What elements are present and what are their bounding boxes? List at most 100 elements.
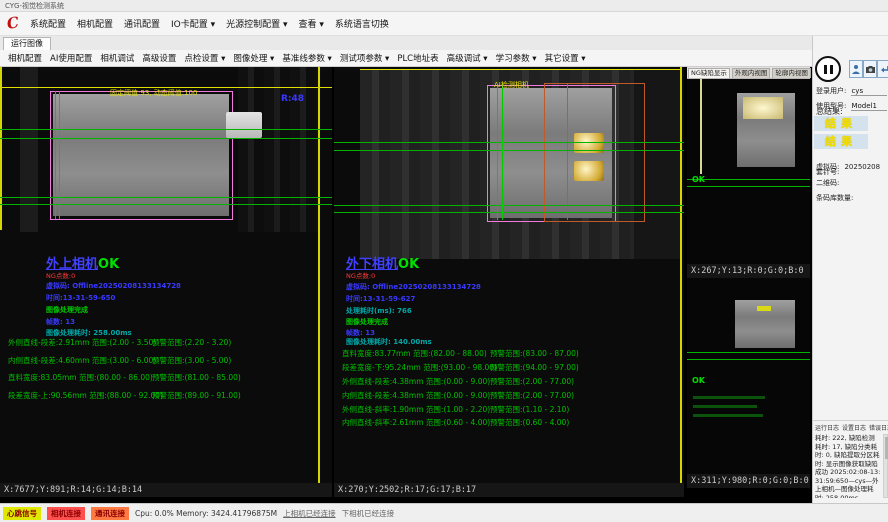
mini-tab-contour-view[interactable]: 轮廓内视图 xyxy=(772,68,811,78)
overlay-green-hline xyxy=(334,150,684,151)
overlay-yellow-hline xyxy=(360,69,682,70)
gold-contact xyxy=(574,161,604,181)
camera-button[interactable] xyxy=(863,60,877,78)
mini-result-line xyxy=(693,414,763,417)
mini-result-line xyxy=(693,405,757,408)
mini-view-2[interactable]: OK xyxy=(687,278,810,474)
tool-baseline-params[interactable]: 基准线参数 ▾ xyxy=(282,52,331,64)
part-highlight xyxy=(743,97,783,119)
needle-label: 套针号: xyxy=(816,167,839,177)
overlay-green-hline xyxy=(0,197,332,198)
process-done-label: 图像处理完成 xyxy=(46,305,88,315)
tool-learn-params[interactable]: 学习参数 ▾ xyxy=(496,52,537,64)
camera-link-badge: 相机连接 xyxy=(47,507,85,520)
result-block-2: 结果 xyxy=(814,134,868,149)
pixel-coords-upper: X:7677;Y:891;R:14;G:14;B:14 xyxy=(0,483,332,497)
tool-plc-address[interactable]: PLC地址表 xyxy=(397,52,438,64)
tool-camera-debug[interactable]: 相机调试 xyxy=(100,52,134,64)
threshold-label: 固定阈值:93, 动态阈值:100 xyxy=(110,88,197,98)
log-text: 耗时: 222, 缺陷检测耗时: 17, 缺陷分类耗时: 0, 缺陷提取分区耗时… xyxy=(815,434,881,498)
warn-range-text: 预警范围:(2.00 - 77.00) xyxy=(490,390,574,401)
measurement-text: 直料宽度:83.05mm 范围:(80.00 - 86.00) xyxy=(8,372,153,383)
tool-spot-check[interactable]: 点检设置 ▾ xyxy=(184,52,225,64)
menu-item-system-config[interactable]: 系统配置 xyxy=(30,17,66,30)
menu-item-language-switch[interactable]: 系统语言切换 xyxy=(335,17,389,30)
pixel-coords-mini-1: X:267;Y:13;R:0;G:0;B:0 xyxy=(687,264,810,278)
overlay-green-hline xyxy=(0,129,332,130)
user-lock-button[interactable] xyxy=(849,60,863,78)
result-block-1: 结果 xyxy=(814,116,868,131)
tool-ai-use-config[interactable]: AI使用配置 xyxy=(50,52,92,64)
menu-bar: C 系统配置 相机配置 通讯配置 IO卡配置 ▾ 光源控制配置 ▾ 查看 ▾ 系… xyxy=(0,12,888,36)
tool-camera-config[interactable]: 相机配置 xyxy=(8,52,42,64)
warn-range-text: 预警范围:(1.10 - 2.10) xyxy=(490,404,569,415)
menu-item-light-config[interactable]: 光源控制配置 ▾ xyxy=(226,17,287,30)
barcode-count-label: 条码库数量: xyxy=(816,193,853,203)
overlay-green-vline xyxy=(497,85,498,220)
pause-icon xyxy=(830,65,833,74)
switch-user-button[interactable] xyxy=(877,60,888,78)
overlay-yellow-vline-right xyxy=(680,67,682,483)
tool-advanced-debug[interactable]: 高级调试 ▾ xyxy=(447,52,488,64)
overlay-green-vline xyxy=(59,91,60,219)
camera-view-upper[interactable]: 固定阈值:93, 动态阈值:100 R:48 外上相机OK NG点数:0 虚拟码… xyxy=(0,67,332,483)
overlay-pink-rect xyxy=(50,91,233,220)
measurement-text: 内侧直线-段差:4.60mm 范围:(3.00 - 6.00) xyxy=(8,355,156,366)
overlay-green-hline xyxy=(687,186,810,187)
ng-count-label: NG点数:0 xyxy=(346,270,375,280)
measurement-text: 内侧直线-段差:4.38mm 范围:(0.00 - 9.00) xyxy=(342,390,490,401)
warn-range-text: 预警范围:(83.00 - 87.00) xyxy=(490,348,579,359)
tool-test-params[interactable]: 测试项参数 ▾ xyxy=(340,52,389,64)
overlay-green-hline xyxy=(687,359,810,360)
cpu-memory-text: Cpu: 0.0% Memory: 3424.41796875M xyxy=(135,509,277,518)
warn-range-text: 预警范围:(81.00 - 85.00) xyxy=(152,372,241,383)
upper-camera-status: 上相机已经连接 xyxy=(283,508,336,519)
overlay-green-vline xyxy=(502,85,503,220)
tool-advanced-settings[interactable]: 高级设置 xyxy=(142,52,176,64)
mini-view-1[interactable]: OK xyxy=(687,79,810,264)
model-field[interactable]: Model1 xyxy=(851,102,887,111)
measurement-text: 段差宽度-上:90.56mm 范围:(88.00 - 92.00) xyxy=(8,390,163,401)
pixel-coords-mini-2: X:311;Y:980;R:0;G:0;B:0 xyxy=(687,474,810,488)
tab-run-image[interactable]: 运行图像 xyxy=(3,37,51,51)
log-tab-run[interactable]: 运行日志 xyxy=(815,423,839,432)
image-background-band xyxy=(20,67,38,232)
overlay-green-vline xyxy=(55,91,56,219)
overlay-orange-vline xyxy=(567,83,568,220)
status-bar: 心跳信号 相机连接 通讯连接 Cpu: 0.0% Memory: 3424.41… xyxy=(0,503,888,522)
measurement-text: 段差宽度-下:95.24mm 范围:(93.00 - 98.00) xyxy=(342,362,497,373)
menu-item-camera-config[interactable]: 相机配置 xyxy=(77,17,113,30)
menu-item-view[interactable]: 查看 ▾ xyxy=(299,17,324,30)
heartbeat-badge: 心跳信号 xyxy=(3,507,41,520)
log-tab-settings[interactable]: 设置日志 xyxy=(842,423,866,432)
process-time-label: 图像处理耗时: 140.00ms xyxy=(346,337,432,347)
measurement-text: 直料宽度:83.77mm 范围:(82.00 - 88.00) xyxy=(342,348,487,359)
mini-ok-label: OK xyxy=(692,376,705,385)
log-tab-error[interactable]: 错误日志 xyxy=(869,423,888,432)
mini-tab-ng-display[interactable]: NG缺陷显示 xyxy=(688,68,730,78)
barcode-label: 虚拟码: Offline20250208133134728 xyxy=(46,281,181,291)
overlay-green-hline xyxy=(687,179,810,180)
vcode-value: 20250208 xyxy=(844,163,880,171)
overlay-green-hline xyxy=(687,352,810,353)
mini-ok-label: OK xyxy=(692,175,705,184)
pause-icon xyxy=(824,65,827,74)
measurement-text: 外侧直线-斜率:1.90mm 范围:(1.00 - 2.20) xyxy=(342,404,490,415)
warn-range-text: 预警范围:(2.20 - 3.20) xyxy=(152,337,231,348)
camera-view-lower[interactable]: AI检测相机 外下相机OK NG点数:0 虚拟码: Offline2025020… xyxy=(334,67,684,483)
qr-label: 二维码: xyxy=(816,178,839,188)
measurement-text: 内侧直线-斜率:2.61mm 范围:(0.60 - 4.00) xyxy=(342,417,490,428)
log-tab-strip: 运行日志 设置日志 错误日志 xyxy=(815,423,888,432)
tool-other-settings[interactable]: 其它设置 ▾ xyxy=(545,52,586,64)
tool-image-process[interactable]: 图像处理 ▾ xyxy=(233,52,274,64)
menu-item-io-config[interactable]: IO卡配置 ▾ xyxy=(171,17,215,30)
overlay-green-hline xyxy=(334,212,684,213)
mini-tab-strip: NG缺陷显示 外观内视图 轮廓内视图 xyxy=(687,67,810,79)
menu-item-comm-config[interactable]: 通讯配置 xyxy=(124,17,160,30)
tab-strip: 运行图像 xyxy=(0,36,812,51)
log-scrollbar[interactable] xyxy=(883,434,888,498)
toolbar: 相机配置 AI使用配置 相机调试 高级设置 点检设置 ▾ 图像处理 ▾ 基准线参… xyxy=(0,50,812,67)
mini-tab-outer-view[interactable]: 外观内视图 xyxy=(732,68,771,78)
camera-icon xyxy=(866,66,875,73)
overlay-yellow-vline-left xyxy=(0,67,2,230)
